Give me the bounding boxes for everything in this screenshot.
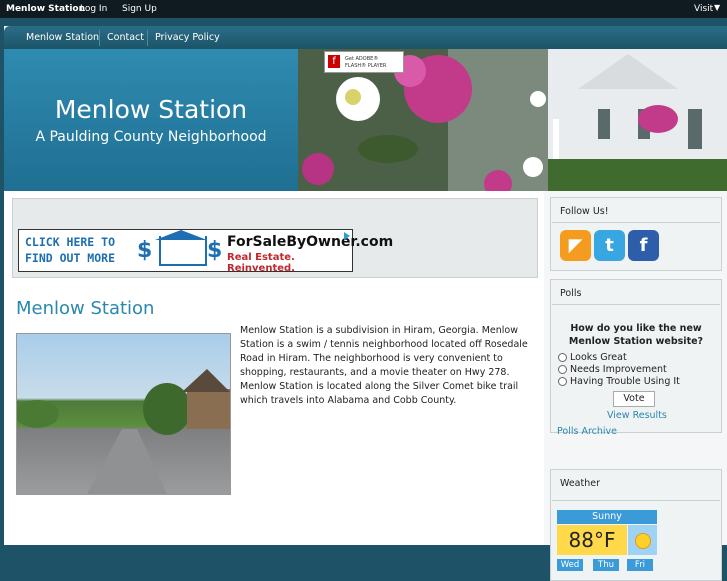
weather-heading: Weather [560,478,600,489]
weather-condition: Sunny [557,510,657,524]
page-description: Menlow Station is a subdivision in Hiram… [240,325,528,406]
ad-cta-line-1: CLICK HERE TO [25,235,116,249]
login-link[interactable]: Log In [80,4,107,14]
follow-widget: Follow Us! ◤ t f [550,197,722,271]
nav-item-privacy[interactable]: Privacy Policy [155,32,220,43]
weather-display: Sunny 88°F Wed Thu Fri [557,510,657,572]
poll-option-2[interactable]: Needs Improvement [558,364,667,375]
sun-icon [628,525,657,555]
flash-player-prompt[interactable]: f Get ADOBE® FLASH® PLAYER [324,51,404,73]
street-image [15,369,230,494]
radio-button[interactable] [558,365,567,374]
radio-button[interactable] [558,353,567,362]
dollar-icon: $ [207,238,223,263]
divider [552,304,720,305]
header-banner: Menlow Station A Paulding County Neighbo… [4,49,727,191]
nav-item-contact[interactable]: Contact [107,32,144,43]
twitter-icon[interactable]: t [594,230,625,261]
ad-container: CLICK HERE TO FIND OUT MORE $ $ ForSaleBy… [12,198,538,278]
main-content: CLICK HERE TO FIND OUT MORE $ $ ForSaleBy… [4,191,544,545]
flash-text-1: Get ADOBE® [345,56,379,62]
dollar-icon: $ [137,238,153,263]
vote-button[interactable]: Vote [613,391,655,407]
neighborhood-photo [15,333,231,495]
site-name-link[interactable]: Menlow Station [6,4,85,14]
site-subtitle: A Paulding County Neighborhood [35,129,267,145]
weather-temp: 88°F [557,525,627,555]
poll-option-3[interactable]: Having Trouble Using It [558,376,680,387]
weather-widget: Weather Sunny 88°F Wed Thu Fri [550,469,722,581]
flash-icon: f [328,55,340,68]
polls-heading: Polls [560,288,582,299]
header-photo: f Get ADOBE® FLASH® PLAYER [298,49,727,191]
nav-divider [99,30,100,46]
flash-text-2: FLASH® PLAYER [345,63,387,69]
follow-heading: Follow Us! [560,206,609,217]
forecast-day[interactable]: Fri [627,559,653,571]
site-title: Menlow Station [54,95,248,124]
forecast-day[interactable]: Thu [593,559,619,571]
poll-option-label: Needs Improvement [570,364,667,375]
ad-brand: ForSaleByOwner.com [227,234,394,250]
radio-button[interactable] [558,377,567,386]
chevron-down-icon[interactable]: ▼ [714,3,720,12]
polls-widget: Polls How do you like the new Menlow Sta… [550,279,722,437]
top-bar: Menlow Station Log In Sign Up Visit ▼ [0,0,727,18]
main-nav: Menlow Station Contact Privacy Policy [4,26,727,49]
rss-icon[interactable]: ◤ [560,230,591,261]
poll-option-label: Having Trouble Using It [570,376,680,387]
page-wrapper: Menlow Station Contact Privacy Policy Me… [4,26,727,581]
view-results-link[interactable]: View Results [607,410,667,421]
signup-link[interactable]: Sign Up [122,4,157,14]
divider [552,222,720,223]
poll-question: How do you like the new Menlow Station w… [568,323,704,347]
nav-item-home[interactable]: Menlow Station [26,32,99,43]
poll-option-label: Looks Great [570,352,627,363]
page-title: Menlow Station [16,298,155,319]
adchoices-icon[interactable] [344,232,350,240]
header-title-block: Menlow Station A Paulding County Neighbo… [4,49,298,191]
house-icon [159,236,207,266]
nav-divider [147,30,148,46]
divider [552,500,720,501]
ad-cta-line-2: FIND OUT MORE [25,251,116,265]
ad-cta: CLICK HERE TO FIND OUT MORE [25,234,115,266]
fsbo-ad-banner[interactable]: CLICK HERE TO FIND OUT MORE $ $ ForSaleBy… [18,229,393,274]
visit-menu[interactable]: Visit [694,4,713,14]
forecast-day[interactable]: Wed [557,559,583,571]
poll-option-1[interactable]: Looks Great [558,352,627,363]
polls-archive-link[interactable]: Polls Archive [557,426,617,437]
ad-tagline: Real Estate. Reinvented. [227,252,295,274]
facebook-icon[interactable]: f [628,230,659,261]
